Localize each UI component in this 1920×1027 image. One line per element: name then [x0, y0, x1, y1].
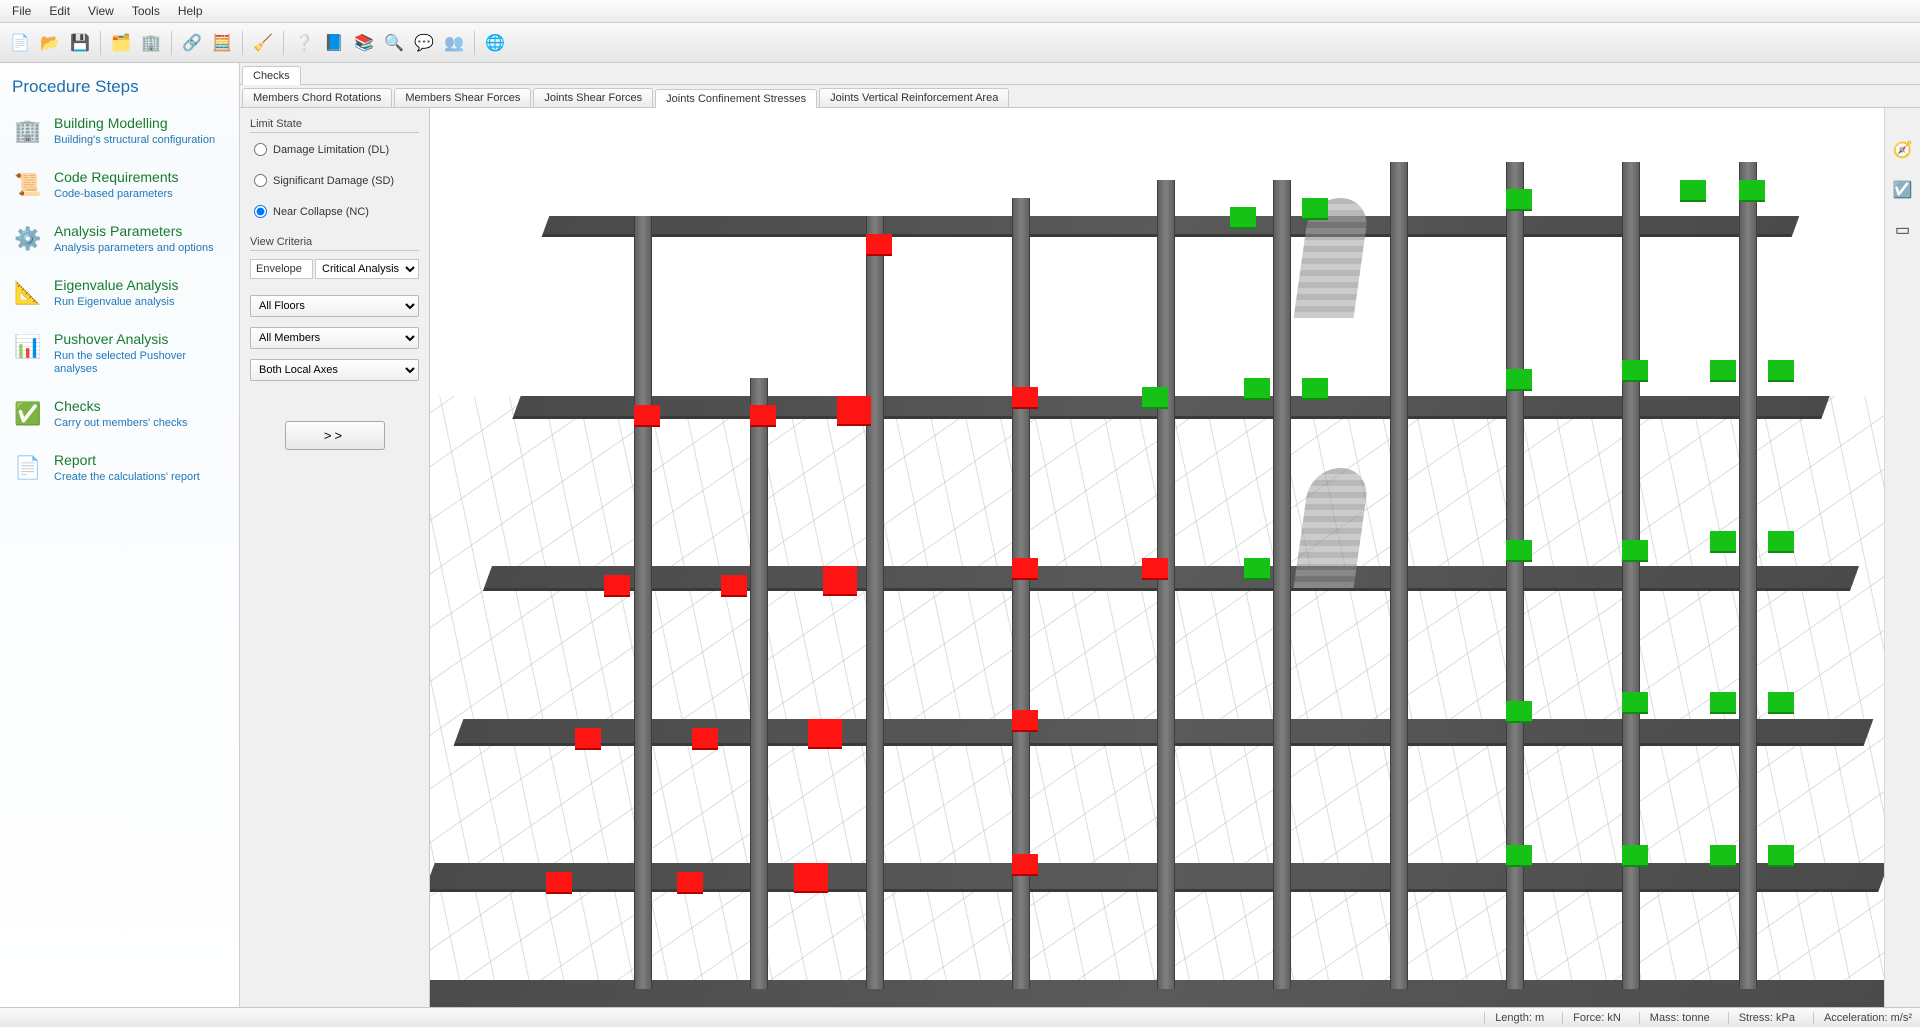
options-panel: Limit State Damage Limitation (DL) Signi…: [240, 108, 430, 1007]
tab-checks[interactable]: Checks: [242, 66, 301, 85]
open-icon[interactable]: 📂: [36, 29, 64, 57]
step-desc: Analysis parameters and options: [54, 242, 214, 255]
menu-view[interactable]: View: [80, 2, 122, 20]
statusbar: Length: m Force: kN Mass: tonne Stress: …: [0, 1007, 1920, 1027]
menu-tools[interactable]: Tools: [124, 2, 168, 20]
pushover-step-icon: 📊: [12, 331, 44, 363]
help-icon[interactable]: ❔: [290, 29, 318, 57]
step-title: Checks: [54, 398, 188, 415]
step-title: Eigenvalue Analysis: [54, 277, 179, 294]
go-button[interactable]: >>: [285, 421, 385, 450]
save-icon[interactable]: 💾: [66, 29, 94, 57]
tutorial-icon[interactable]: 📚: [350, 29, 378, 57]
calc-icon[interactable]: 🧮: [208, 29, 236, 57]
step-title: Report: [54, 452, 200, 469]
step-analysis-parameters[interactable]: ⚙️ Analysis Parameters Analysis paramete…: [12, 223, 227, 255]
checks-step-icon: ✅: [12, 398, 44, 430]
axes-icon[interactable]: 🧭: [1891, 138, 1915, 162]
forum-icon[interactable]: 👥: [440, 29, 468, 57]
axes-select[interactable]: Both Local Axes: [250, 359, 419, 381]
erase-icon[interactable]: 🧹: [249, 29, 277, 57]
subtabs: Members Chord Rotations Members Shear Fo…: [240, 85, 1920, 108]
radio-dl[interactable]: Damage Limitation (DL): [254, 143, 419, 156]
envelope-label: Envelope: [250, 259, 313, 279]
analysis-select[interactable]: Critical Analysis: [315, 259, 419, 279]
sidebar-title: Procedure Steps: [12, 77, 227, 97]
frame-icon[interactable]: ▭: [1891, 218, 1915, 242]
radio-nc[interactable]: Near Collapse (NC): [254, 205, 419, 218]
step-desc: Run the selected Pushover analyses: [54, 350, 227, 376]
report-step-icon: 📄: [12, 452, 44, 484]
sidebar: Procedure Steps 🏢 Building Modelling Bui…: [0, 63, 240, 1007]
manual-icon[interactable]: 📘: [320, 29, 348, 57]
step-pushover-analysis[interactable]: 📊 Pushover Analysis Run the selected Pus…: [12, 331, 227, 376]
limit-state-label: Limit State: [250, 118, 419, 133]
search-icon[interactable]: 🔍: [380, 29, 408, 57]
menubar: File Edit View Tools Help: [0, 0, 1920, 23]
view-criteria-label: View Criteria: [250, 236, 419, 251]
step-desc: Run Eigenvalue analysis: [54, 296, 179, 309]
section-icon[interactable]: 🗂️: [107, 29, 135, 57]
radio-dl-label: Damage Limitation (DL): [273, 144, 389, 156]
step-desc: Carry out members' checks: [54, 417, 188, 430]
step-desc: Code-based parameters: [54, 188, 179, 201]
viewport-3d[interactable]: [430, 108, 1884, 1007]
subtab-shear-forces[interactable]: Members Shear Forces: [394, 88, 531, 107]
radio-sd[interactable]: Significant Damage (SD): [254, 174, 419, 187]
toolbar: 📄 📂 💾 🗂️ 🏢 🔗 🧮 🧹 ❔ 📘 📚 🔍 💬 👥 🌐: [0, 23, 1920, 63]
radio-sd-label: Significant Damage (SD): [273, 175, 394, 187]
step-report[interactable]: 📄 Report Create the calculations' report: [12, 452, 227, 484]
params-step-icon: ⚙️: [12, 223, 44, 255]
new-icon[interactable]: 📄: [6, 29, 34, 57]
step-checks[interactable]: ✅ Checks Carry out members' checks: [12, 398, 227, 430]
menu-file[interactable]: File: [4, 2, 39, 20]
building-step-icon: 🏢: [12, 115, 44, 147]
eigen-step-icon: 📐: [12, 277, 44, 309]
model-icon[interactable]: 🔗: [178, 29, 206, 57]
subtab-joints-shear[interactable]: Joints Shear Forces: [533, 88, 653, 107]
menu-help[interactable]: Help: [170, 2, 211, 20]
radio-nc-label: Near Collapse (NC): [273, 206, 369, 218]
right-tool-strip: 🧭 ☑️ ▭: [1884, 108, 1920, 1007]
subtab-chord-rotations[interactable]: Members Chord Rotations: [242, 88, 392, 107]
subtab-joints-vertical-reinf[interactable]: Joints Vertical Reinforcement Area: [819, 88, 1009, 107]
web-icon[interactable]: 🌐: [481, 29, 509, 57]
building-icon[interactable]: 🏢: [137, 29, 165, 57]
step-eigenvalue-analysis[interactable]: 📐 Eigenvalue Analysis Run Eigenvalue ana…: [12, 277, 227, 309]
chat-icon[interactable]: 💬: [410, 29, 438, 57]
step-title: Building Modelling: [54, 115, 215, 132]
step-title: Pushover Analysis: [54, 331, 227, 348]
step-desc: Create the calculations' report: [54, 471, 200, 484]
checklist-icon[interactable]: ☑️: [1891, 178, 1915, 202]
subtab-joints-confinement[interactable]: Joints Confinement Stresses: [655, 89, 817, 108]
tabs-top: Checks: [240, 63, 1920, 85]
step-desc: Building's structural configuration: [54, 134, 215, 147]
floors-select[interactable]: All Floors: [250, 295, 419, 317]
step-code-requirements[interactable]: 📜 Code Requirements Code-based parameter…: [12, 169, 227, 201]
step-title: Analysis Parameters: [54, 223, 214, 240]
step-building-modelling[interactable]: 🏢 Building Modelling Building's structur…: [12, 115, 227, 147]
members-select[interactable]: All Members: [250, 327, 419, 349]
main-area: Procedure Steps 🏢 Building Modelling Bui…: [0, 63, 1920, 1007]
menu-edit[interactable]: Edit: [41, 2, 78, 20]
code-step-icon: 📜: [12, 169, 44, 201]
structure-model: [430, 108, 1884, 1007]
step-title: Code Requirements: [54, 169, 179, 186]
content: Checks Members Chord Rotations Members S…: [240, 63, 1920, 1007]
